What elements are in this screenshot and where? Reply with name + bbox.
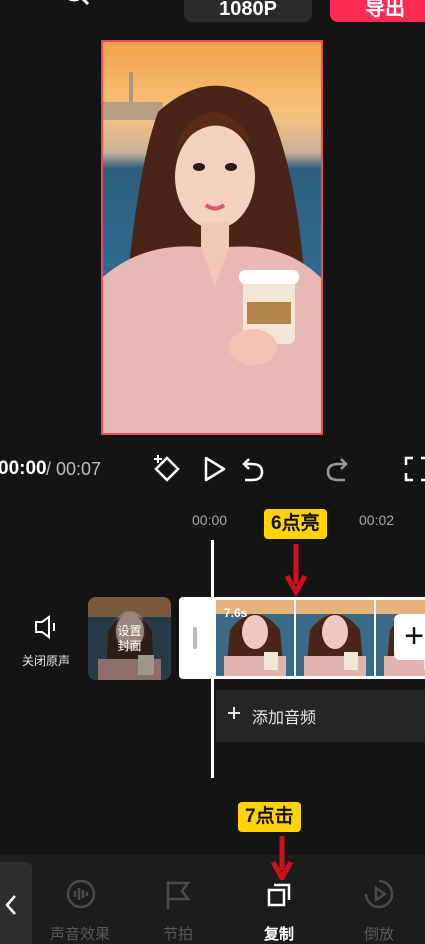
reverse-play-icon (364, 879, 394, 909)
tool-label: 复制 (263, 926, 294, 943)
add-clip-button[interactable]: + (394, 614, 425, 660)
tool-label: 节拍 (162, 926, 193, 943)
playhead[interactable] (211, 540, 214, 778)
annotation-arrow-down-icon (284, 544, 308, 596)
tool-copy[interactable]: 复制 (239, 875, 319, 944)
set-cover-label: 设置 封面 (88, 624, 171, 654)
add-audio-track[interactable] (216, 690, 425, 742)
set-cover-line1: 设置 (117, 624, 142, 638)
total-time: / 00:07 (46, 459, 102, 479)
plus-icon (228, 707, 240, 719)
tool-reverse[interactable]: 倒放 (339, 875, 419, 944)
annotation-step6: 6点亮 (264, 509, 327, 539)
clip-duration: 7.6s (224, 606, 248, 620)
current-time: 00:00 (0, 458, 47, 479)
video-clip[interactable] (179, 597, 425, 679)
search-icon[interactable] (60, 0, 90, 16)
preview-image (103, 42, 321, 433)
resolution-button[interactable]: 1080P (184, 0, 312, 22)
video-preview[interactable] (101, 40, 323, 435)
back-button[interactable] (0, 862, 32, 944)
tool-sound-effect[interactable]: 声音效果 (40, 875, 120, 944)
export-button[interactable]: 导出 (330, 0, 425, 22)
redo-icon[interactable] (320, 452, 354, 486)
tool-label: 倒放 (363, 926, 394, 943)
copy-icon (267, 883, 291, 907)
chevron-left-icon (5, 895, 16, 915)
mute-original-label[interactable]: 关闭原声 (22, 652, 70, 669)
undo-icon[interactable] (236, 452, 270, 486)
clip-frame (296, 600, 374, 676)
beat-flag-icon (166, 881, 191, 909)
annotation-arrow-down-icon (270, 836, 294, 880)
tool-label: 声音效果 (49, 926, 110, 943)
speaker-icon[interactable] (32, 614, 60, 640)
clip-trim-handle[interactable] (193, 627, 197, 649)
fullscreen-icon[interactable] (400, 452, 425, 486)
set-cover-line2: 封面 (117, 639, 142, 653)
sound-effect-icon (66, 879, 96, 909)
play-icon[interactable] (197, 452, 231, 486)
ruler-tick-2: 00:02 (359, 512, 395, 528)
keyframe-icon[interactable] (150, 452, 184, 486)
add-audio-label[interactable]: 添加音频 (252, 704, 316, 728)
annotation-step7: 7点击 (238, 802, 301, 832)
tool-beat[interactable]: 节拍 (138, 875, 218, 944)
ruler-tick-0: 00:00 (192, 512, 228, 528)
